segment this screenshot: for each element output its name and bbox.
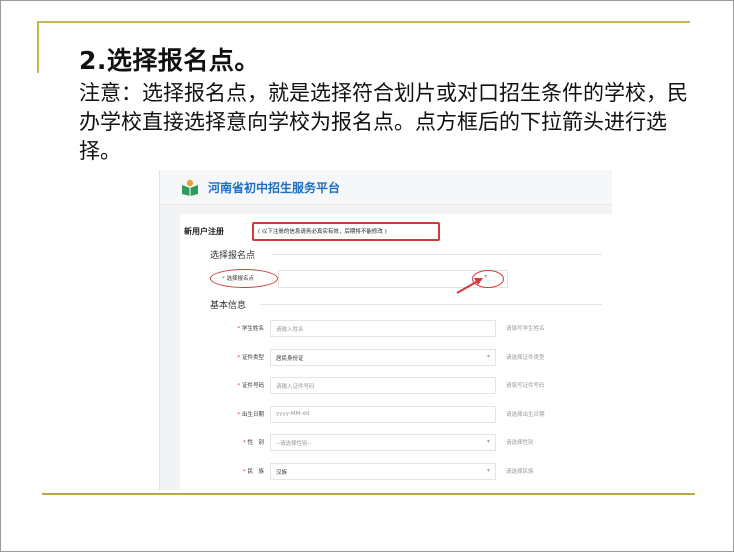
book-logo-icon	[182, 179, 198, 196]
select-label: * 选择报名点	[222, 276, 255, 282]
section-select-title: 选择报名点	[210, 251, 256, 261]
chevron-down-icon[interactable]: ▾	[487, 438, 490, 445]
field-value: 居民身份证	[276, 355, 304, 362]
field-placeholder: --请选择性别--	[276, 441, 312, 447]
chevron-down-icon[interactable]: ▾	[487, 467, 490, 474]
section-basic-title: 基本信息	[210, 301, 247, 311]
registration-title: 新用户注册	[184, 227, 224, 236]
section-divider	[272, 254, 602, 255]
slide-body: 注意：选择报名点，就是选择符合划片或对口招生条件的学校，民办学校直接选择意向学校…	[79, 81, 688, 163]
section-divider	[260, 304, 602, 305]
field-label: * 性 别	[242, 440, 264, 446]
platform-name: 河南省初中招生服务平台	[208, 181, 341, 195]
field-label: * 出生日期	[237, 411, 264, 418]
top-rule	[37, 21, 690, 23]
field-select[interactable]: 汉族 ▾	[270, 462, 496, 480]
field-select[interactable]: 居民身份证 ▾	[270, 348, 496, 366]
field-hint: 请填写证件号码	[506, 383, 545, 389]
field-hint: 请选择出生日期	[506, 411, 545, 418]
field-value: 汉族	[276, 469, 288, 476]
bottom-rule	[42, 493, 695, 495]
field-hint: 请选择民族	[506, 468, 534, 475]
field-hint: 请选择性别	[506, 440, 534, 446]
left-rule	[37, 21, 39, 73]
field-placeholder: 请输入姓名	[276, 327, 304, 333]
field-input[interactable]: 请输入姓名	[270, 320, 496, 337]
field-hint: 请选择证件类型	[506, 354, 545, 361]
field-placeholder: yyyy-MM-dd	[276, 410, 310, 417]
platform-header: 河南省初中招生服务平台	[160, 170, 612, 205]
field-label: * 证件号码	[237, 383, 264, 389]
chevron-down-icon[interactable]: ▾	[484, 273, 487, 280]
slide-frame: 2.选择报名点。 注意：选择报名点，就是选择符合划片或对口招生条件的学校，民办学…	[0, 0, 734, 552]
field-input[interactable]: 请输入证件号码	[270, 377, 496, 394]
form-screenshot: 河南省初中招生服务平台 新用户注册 ( 以下注册的信息请务必真实有效，后期将不能…	[159, 170, 612, 490]
chevron-down-icon[interactable]: ▾	[487, 353, 490, 360]
slide-title: 2.选择报名点。	[79, 46, 260, 75]
field-input[interactable]: yyyy-MM-dd	[270, 405, 496, 423]
field-label: * 证件类型	[237, 354, 264, 361]
field-hint: 请填写学生姓名	[506, 326, 545, 332]
pointer-arrow-icon	[456, 278, 483, 294]
registration-note: ( 以下注册的信息请务必真实有效，后期将不能修改 )	[258, 229, 387, 235]
field-select[interactable]: --请选择性别-- ▾	[270, 434, 496, 451]
field-label: * 民 族	[242, 468, 264, 475]
field-placeholder: 请输入证件号码	[276, 384, 315, 390]
field-label: * 学生姓名	[237, 326, 264, 332]
